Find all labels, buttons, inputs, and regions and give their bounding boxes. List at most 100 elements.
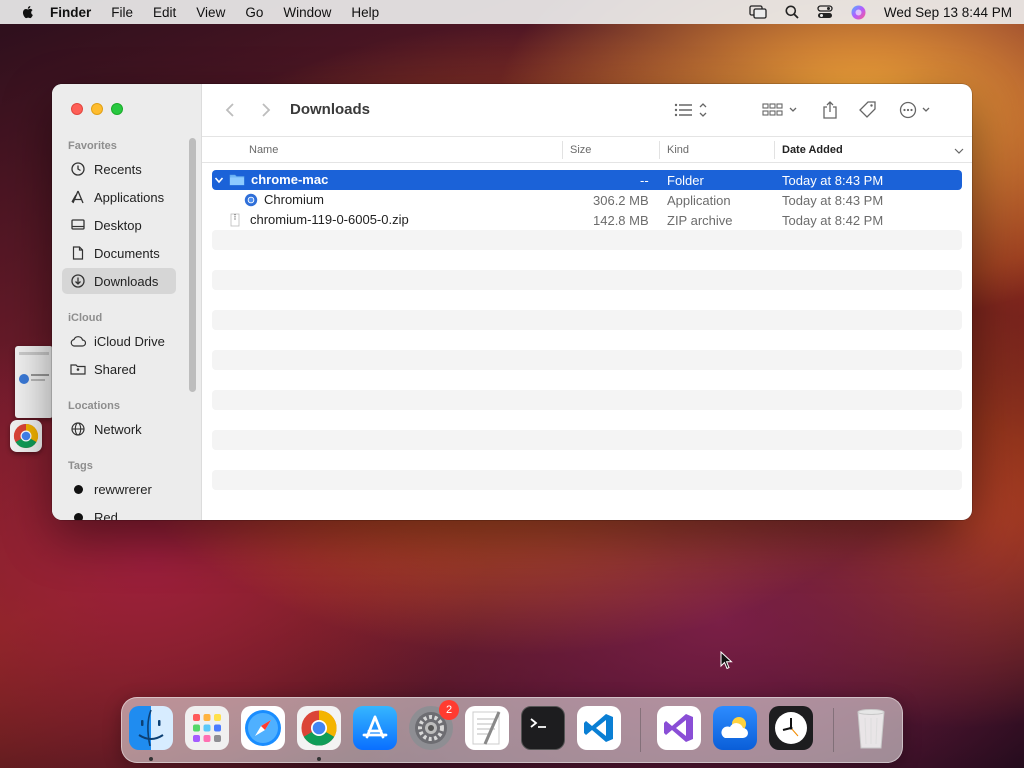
vscode-icon [584, 714, 613, 742]
back-button[interactable] [222, 98, 238, 122]
globe-icon [70, 421, 86, 437]
table-row[interactable]: chrome-mac -- Folder Today at 8:43 PM [212, 170, 962, 190]
view-mode-button[interactable] [672, 98, 710, 122]
dock: 2 [121, 697, 903, 763]
tag-color-dot [74, 512, 83, 520]
ellipsis-circle-icon [899, 101, 930, 119]
menu-window[interactable]: Window [283, 5, 331, 20]
column-header: Name Size Kind Date Added [202, 136, 972, 163]
document-icon [70, 245, 86, 261]
app-menu-finder[interactable]: Finder [50, 5, 91, 20]
sidebar-section-favorites: Favorites [68, 140, 117, 152]
chrome-app-icon[interactable] [10, 420, 42, 452]
column-kind[interactable]: Kind [667, 144, 689, 156]
dock-terminal[interactable] [521, 706, 565, 750]
disclosure-triangle-icon[interactable] [214, 175, 224, 185]
dock-finder[interactable] [129, 706, 173, 750]
sidebar-tag-rewwrerer[interactable]: rewwrerer [62, 476, 176, 502]
apple-menu-icon[interactable] [20, 4, 36, 20]
empty-row [212, 390, 962, 410]
menu-view[interactable]: View [196, 5, 225, 20]
dock-trash[interactable] [849, 706, 893, 750]
empty-row [212, 230, 962, 250]
more-actions-button[interactable] [898, 98, 936, 122]
desktop-icon [70, 217, 86, 233]
running-indicator [317, 757, 321, 761]
sidebar-item-shared[interactable]: Shared [62, 356, 176, 382]
sidebar-scrollbar[interactable] [189, 138, 196, 392]
screen-mirroring-icon[interactable] [749, 5, 767, 19]
sidebar-item-label: Network [94, 421, 142, 437]
dock-safari[interactable] [241, 706, 285, 750]
column-divider[interactable] [562, 141, 563, 159]
column-divider[interactable] [659, 141, 660, 159]
dock-weather[interactable] [713, 706, 757, 750]
column-divider[interactable] [774, 141, 775, 159]
window-thumbnail[interactable] [15, 346, 53, 418]
chevron-left-icon [225, 103, 234, 117]
close-button[interactable] [71, 103, 83, 115]
empty-row [212, 370, 962, 390]
sort-chevron-icon[interactable] [954, 147, 964, 155]
empty-row [212, 310, 962, 330]
dock-separator [640, 708, 641, 752]
group-button[interactable] [762, 98, 800, 122]
share-button[interactable] [820, 98, 840, 122]
dock-separator [833, 708, 834, 752]
row-name-cell: Chromium [244, 192, 324, 207]
sidebar-item-applications[interactable]: Applications [62, 184, 176, 210]
sidebar-item-icloud-drive[interactable]: iCloud Drive [62, 328, 176, 354]
zoom-button[interactable] [111, 103, 123, 115]
dock-launchpad[interactable] [185, 706, 229, 750]
menu-help[interactable]: Help [351, 5, 379, 20]
sidebar-item-downloads[interactable]: Downloads [62, 268, 176, 294]
sidebar-item-network[interactable]: Network [62, 416, 176, 442]
empty-row [212, 290, 962, 310]
menu-go[interactable]: Go [245, 5, 263, 20]
terminal-icon [530, 718, 546, 728]
sidebar-item-desktop[interactable]: Desktop [62, 212, 176, 238]
sidebar-tag-red[interactable]: Red [62, 504, 176, 520]
sidebar-section-tags: Tags [68, 460, 93, 472]
table-row[interactable]: Chromium 306.2 MB Application Today at 8… [212, 190, 962, 210]
sidebar-item-documents[interactable]: Documents [62, 240, 176, 266]
spotlight-search-icon[interactable] [785, 5, 799, 19]
toolbar: Downloads [202, 84, 972, 136]
menu-file[interactable]: File [111, 5, 133, 20]
menu-bar-clock[interactable]: Wed Sep 13 8:44 PM [884, 5, 1012, 20]
dock-vscode[interactable] [577, 706, 621, 750]
file-size: 142.8 MB [593, 213, 649, 228]
file-size: -- [640, 173, 649, 188]
share-icon [823, 101, 837, 119]
menu-bar: Finder File Edit View Go Window Help Wed… [0, 0, 1024, 24]
empty-row [212, 330, 962, 350]
siri-icon[interactable] [851, 5, 866, 20]
sidebar-item-label: iCloud Drive [94, 333, 165, 349]
table-row[interactable]: chromium-119-0-6005-0.zip 142.8 MB ZIP a… [212, 210, 962, 230]
column-name[interactable]: Name [249, 144, 278, 156]
sidebar-section-icloud: iCloud [68, 312, 103, 324]
dock-app-store[interactable] [353, 706, 397, 750]
control-center-icon[interactable] [817, 5, 833, 19]
dock-chrome[interactable] [297, 706, 341, 750]
forward-button[interactable] [258, 98, 274, 122]
sidebar-item-recents[interactable]: Recents [62, 156, 176, 182]
file-name: chromium-119-0-6005-0.zip [250, 212, 409, 227]
file-kind: Application [667, 193, 731, 208]
dock-clock[interactable] [769, 706, 813, 750]
minimize-button[interactable] [91, 103, 103, 115]
empty-row [212, 410, 962, 430]
tag-color-dot [74, 484, 83, 494]
file-date-added: Today at 8:43 PM [782, 173, 884, 188]
menu-edit[interactable]: Edit [153, 5, 176, 20]
clock-icon [70, 161, 86, 177]
weather-icon [721, 717, 748, 738]
tags-button[interactable] [858, 98, 878, 122]
dock-textedit[interactable] [465, 706, 509, 750]
file-list: Name Size Kind Date Added chrome-mac -- … [202, 136, 972, 520]
sidebar-item-label: Red [94, 509, 118, 521]
column-size[interactable]: Size [570, 144, 591, 156]
file-date-added: Today at 8:43 PM [782, 193, 884, 208]
dock-visual-studio[interactable] [657, 706, 701, 750]
column-date-added[interactable]: Date Added [782, 144, 843, 156]
